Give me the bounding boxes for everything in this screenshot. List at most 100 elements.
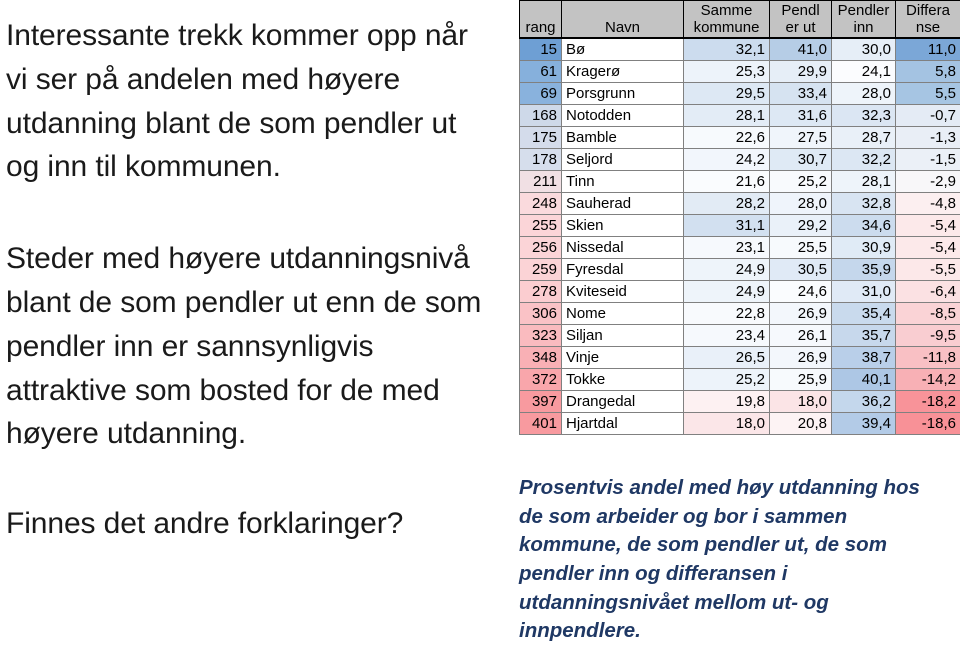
table-row: 61 Kragerø 25,3 29,9 24,1 5,8 — [519, 60, 960, 83]
table-cell-rang: 348 — [519, 346, 562, 369]
table-cell-inn: 30,9 — [831, 236, 896, 259]
table-cell-inn: 40,1 — [831, 368, 896, 391]
table-cell-inn: 24,1 — [831, 60, 896, 83]
table-cell-inn: 35,7 — [831, 324, 896, 347]
table-cell-navn: Drangedal — [561, 390, 684, 413]
table-cell-inn: 38,7 — [831, 346, 896, 369]
table-row: 278 Kviteseid 24,9 24,6 31,0 -6,4 — [519, 280, 960, 303]
column-header-line2: inn — [853, 19, 874, 36]
table-cell-navn: Notodden — [561, 104, 684, 127]
table-cell-samme: 32,1 — [683, 37, 770, 61]
table-cell-samme: 31,1 — [683, 214, 770, 237]
table-cell-navn: Bø — [561, 37, 684, 61]
table-column-header-3: Samme kommune — [683, 0, 770, 39]
table-cell-navn: Bamble — [561, 126, 684, 149]
paragraph-explanation: Steder med høyere utdanningsnivå blant d… — [6, 242, 482, 451]
table-caption: Prosentvis andel med høy utdanning hos d… — [519, 476, 920, 643]
table-cell-inn: 28,7 — [831, 126, 896, 149]
table-row: 15 Bø 32,1 41,0 30,0 11,0 — [519, 37, 960, 61]
table-row: 178 Seljord 24,2 30,7 32,2 -1,5 — [519, 148, 960, 171]
table-row: 323 Siljan 23,4 26,1 35,7 -9,5 — [519, 324, 960, 347]
table-cell-samme: 21,6 — [683, 170, 770, 193]
table-cell-ut: 25,5 — [769, 236, 832, 259]
table-cell-rang: 306 — [519, 302, 562, 325]
table-cell-diff: 5,5 — [895, 82, 960, 105]
table-cell-rang: 256 — [519, 236, 562, 259]
table-cell-samme: 28,1 — [683, 104, 770, 127]
table-cell-ut: 33,4 — [769, 82, 832, 105]
table-cell-inn: 30,0 — [831, 37, 896, 61]
table-cell-samme: 24,9 — [683, 258, 770, 281]
table-cell-samme: 24,2 — [683, 148, 770, 171]
table-cell-samme: 28,2 — [683, 192, 770, 215]
table-cell-ut: 24,6 — [769, 280, 832, 303]
table-row: 211 Tinn 21,6 25,2 28,1 -2,9 — [519, 170, 960, 193]
table-cell-navn: Tinn — [561, 170, 684, 193]
table-cell-ut: 25,2 — [769, 170, 832, 193]
table-body: 15 Bø 32,1 41,0 30,0 11,0 61 Kragerø 25,3 29,9 24,… — [519, 37, 960, 435]
table-cell-diff: -1,3 — [895, 126, 960, 149]
table-cell-rang: 323 — [519, 324, 562, 347]
left-text-pane: Interessante trekk kommer opp når vi ser… — [0, 0, 500, 668]
table-cell-diff: -18,2 — [895, 390, 960, 413]
table-cell-samme: 22,6 — [683, 126, 770, 149]
column-header-line1: Pendl — [781, 2, 820, 19]
table-cell-diff: 5,8 — [895, 60, 960, 83]
table-cell-rang: 397 — [519, 390, 562, 413]
table-header-row: rang Navn Samme kommune Pendl er ut Pendler in… — [519, 0, 960, 39]
table-row: 259 Fyresdal 24,9 30,5 35,9 -5,5 — [519, 258, 960, 281]
table-cell-ut: 31,6 — [769, 104, 832, 127]
paragraph-intro: Interessante trekk kommer opp når vi ser… — [6, 19, 468, 184]
column-header-line2: nse — [915, 19, 941, 36]
table-cell-inn: 28,1 — [831, 170, 896, 193]
table-cell-ut: 18,0 — [769, 390, 832, 413]
table-cell-navn: Fyresdal — [561, 258, 684, 281]
table-cell-inn: 36,2 — [831, 390, 896, 413]
table-cell-rang: 259 — [519, 258, 562, 281]
table-cell-rang: 248 — [519, 192, 562, 215]
table-cell-diff: -0,7 — [895, 104, 960, 127]
table-cell-inn: 32,2 — [831, 148, 896, 171]
table-cell-navn: Seljord — [561, 148, 684, 171]
table-cell-samme: 23,4 — [683, 324, 770, 347]
table-cell-samme: 29,5 — [683, 82, 770, 105]
table-cell-ut: 30,5 — [769, 258, 832, 281]
table-cell-navn: Vinje — [561, 346, 684, 369]
table-cell-navn: Porsgrunn — [561, 82, 684, 105]
table-row: 306 Nome 22,8 26,9 35,4 -8,5 — [519, 302, 960, 325]
table-cell-diff: -11,8 — [895, 346, 960, 369]
table-column-header-1: rang — [519, 0, 562, 39]
table-cell-inn: 28,0 — [831, 82, 896, 105]
pendler-data-table: rang Navn Samme kommune Pendl er ut Pendler in… — [519, 0, 960, 435]
table-cell-rang: 61 — [519, 60, 562, 83]
table-cell-diff: -14,2 — [895, 368, 960, 391]
table-cell-rang: 211 — [519, 170, 562, 193]
table-cell-navn: Kragerø — [561, 60, 684, 83]
table-cell-navn: Tokke — [561, 368, 684, 391]
table-cell-samme: 26,5 — [683, 346, 770, 369]
table-column-header-4: Pendl er ut — [769, 0, 832, 39]
table-cell-rang: 178 — [519, 148, 562, 171]
table-cell-samme: 22,8 — [683, 302, 770, 325]
table-column-header-5: Pendler inn — [831, 0, 896, 39]
column-header-line1: Samme — [700, 2, 753, 19]
table-cell-navn: Siljan — [561, 324, 684, 347]
table-cell-ut: 26,9 — [769, 302, 832, 325]
table-cell-rang: 255 — [519, 214, 562, 237]
table-cell-diff: -5,5 — [895, 258, 960, 281]
table-cell-navn: Skien — [561, 214, 684, 237]
column-header-line1: Pendler — [837, 2, 890, 19]
table-cell-samme: 19,8 — [683, 390, 770, 413]
table-cell-inn: 35,9 — [831, 258, 896, 281]
column-header-line1 — [566, 2, 679, 19]
table-column-header-6: Differa nse — [895, 0, 960, 39]
table-cell-navn: Sauherad — [561, 192, 684, 215]
table-cell-diff: -8,5 — [895, 302, 960, 325]
table-cell-samme: 23,1 — [683, 236, 770, 259]
table-row: 372 Tokke 25,2 25,9 40,1 -14,2 — [519, 368, 960, 391]
table-row: 175 Bamble 22,6 27,5 28,7 -1,3 — [519, 126, 960, 149]
table-cell-diff: -9,5 — [895, 324, 960, 347]
table-cell-rang: 278 — [519, 280, 562, 303]
table-cell-navn: Kviteseid — [561, 280, 684, 303]
table-row: 69 Porsgrunn 29,5 33,4 28,0 5,5 — [519, 82, 960, 105]
